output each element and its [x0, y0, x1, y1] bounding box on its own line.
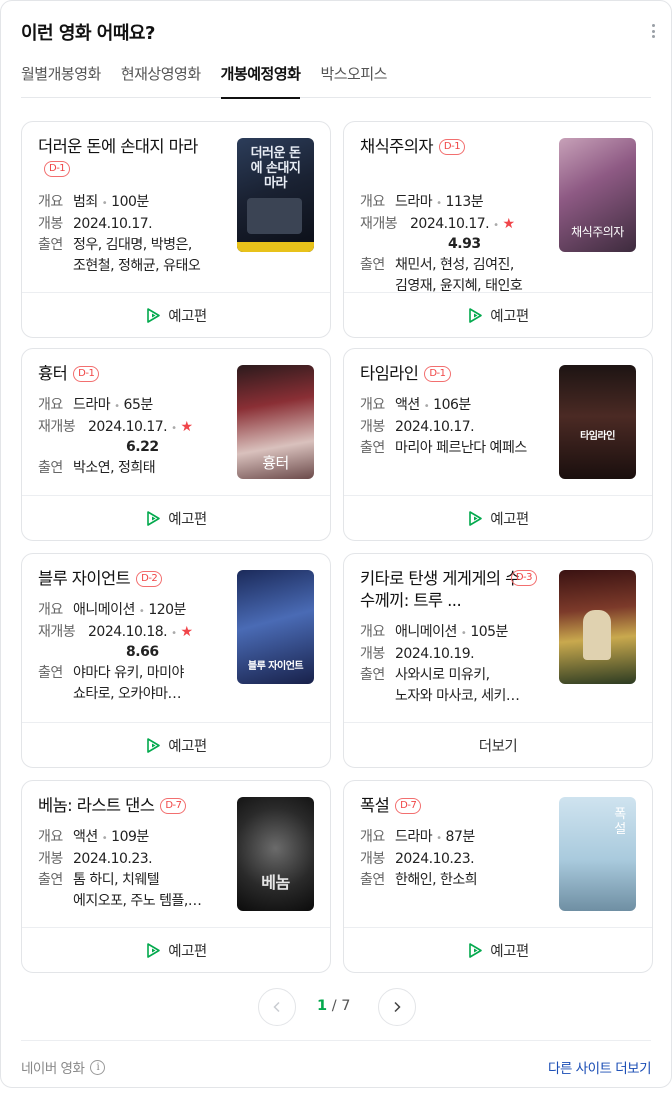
- play-icon: [469, 307, 483, 323]
- d-day-badge: D-1: [438, 139, 466, 155]
- more-button[interactable]: 더보기: [344, 722, 652, 767]
- movie-poster[interactable]: 채식주의자: [559, 138, 636, 252]
- movie-info: 개요 범죄 • 100분 개봉 2024.10.17. 출연 정우, 김대명, 박병은, 조…: [38, 194, 201, 274]
- movie-card[interactable]: 더러운 돈에 손대지 마라D-1 더러운 돈에 손대지 마라 개요 범죄 • 100분…: [21, 121, 331, 338]
- chevron-right-icon: [394, 1001, 401, 1013]
- d-day-badge: D-3: [510, 570, 537, 586]
- tab-box-office[interactable]: 박스오피스: [320, 53, 387, 98]
- movie-title[interactable]: 더러운 돈에 손대지 마라D-1: [38, 136, 218, 180]
- tab-bar: 월별개봉영화 현재상영영화 개봉예정영화 박스오피스: [21, 53, 651, 99]
- trailer-button[interactable]: 예고편: [22, 722, 330, 767]
- prev-page-button[interactable]: [258, 988, 296, 1026]
- movie-card[interactable]: 타임라인 D-1 타임라인 개요 액션 • 106분 개봉 2024.10.17. 출연 마…: [343, 348, 653, 541]
- movie-info: 개요 애니메이션 • 105분 개봉 2024.10.19. 출연 사와시로 미유키, 노자…: [360, 624, 520, 704]
- play-icon: [147, 510, 161, 526]
- pagination: 1 / 7: [1, 988, 671, 1026]
- movie-info: 개요 액션 • 109분 개봉 2024.10.23. 출연 톰 하디, 치웨텔 에지오포,…: [38, 829, 202, 909]
- rating-score: 4.93: [448, 236, 481, 252]
- play-icon: [147, 737, 161, 753]
- play-icon: [469, 942, 483, 958]
- page-indicator: 1 / 7: [317, 998, 351, 1014]
- trailer-button[interactable]: 예고편: [22, 495, 330, 540]
- star-icon: ★: [502, 216, 516, 232]
- movie-poster[interactable]: 타임라인: [559, 365, 636, 479]
- movie-title[interactable]: 흉터 D-1: [38, 363, 218, 385]
- movie-poster[interactable]: 폭설: [559, 797, 636, 911]
- movie-info: 개요 드라마 • 113분 재개봉 2024.10.17. • ★ 4.93 출연 채민서, 현…: [360, 194, 523, 294]
- tab-upcoming[interactable]: 개봉예정영화: [220, 53, 301, 99]
- movie-info: 개요 애니메이션 • 120분 재개봉 2024.10.18. • ★ 8.66 출연 야마다 …: [38, 602, 194, 702]
- movie-info: 개요 드라마 • 87분 개봉 2024.10.23. 출연 한해인, 한소희: [360, 829, 478, 888]
- d-day-badge: D-1: [73, 366, 100, 382]
- movie-card[interactable]: 키타로 탄생 게게게의 수수께끼: 트루 ... D-3 개요 애니메이션 • 105…: [343, 553, 653, 768]
- tab-monthly-release[interactable]: 월별개봉영화: [21, 53, 101, 98]
- rating-score: 8.66: [126, 644, 159, 660]
- movie-poster[interactable]: 더러운 돈에 손대지 마라: [237, 138, 314, 252]
- next-page-button[interactable]: [378, 988, 416, 1026]
- movie-poster[interactable]: 흉터: [237, 365, 314, 479]
- d-day-badge: D-1: [424, 366, 451, 382]
- trailer-button[interactable]: 예고편: [344, 292, 652, 337]
- star-icon: ★: [180, 624, 194, 640]
- movie-poster[interactable]: 베놈: [237, 797, 314, 911]
- trailer-button[interactable]: 예고편: [22, 292, 330, 337]
- panel-footer: 네이버 영화 i 다른 사이트 더보기: [21, 1040, 651, 1089]
- more-options-icon[interactable]: [649, 21, 657, 41]
- d-day-badge: D-1: [44, 161, 71, 177]
- trailer-button[interactable]: 예고편: [22, 927, 330, 972]
- info-icon[interactable]: i: [90, 1059, 106, 1075]
- star-icon: ★: [180, 419, 194, 435]
- panel-title: 이런 영화 어때요?: [21, 23, 155, 44]
- movie-info: 개요 드라마 • 65분 재개봉 2024.10.17. • ★ 6.22 출연 박소연, 정희…: [38, 397, 194, 476]
- movie-info: 개요 액션 • 106분 개봉 2024.10.17. 출연 마리아 페르난다 예페스: [360, 397, 527, 456]
- d-day-badge: D-7: [160, 798, 187, 814]
- movie-poster[interactable]: 블루 자이언트: [237, 570, 314, 684]
- movie-title[interactable]: 채식주의자 D-1: [360, 136, 540, 158]
- trailer-button[interactable]: 예고편: [344, 927, 652, 972]
- chevron-left-icon: [273, 1001, 280, 1013]
- play-icon: [469, 510, 483, 526]
- movie-card[interactable]: 채식주의자 D-1 채식주의자 개요 드라마 • 113분 재개봉 2024.10.17.…: [343, 121, 653, 338]
- movie-card[interactable]: 블루 자이언트 D-2 블루 자이언트 개요 애니메이션 • 120분 재개봉 2024.…: [21, 553, 331, 768]
- movie-title[interactable]: 키타로 탄생 게게게의 수수께끼: 트루 ...: [360, 568, 520, 612]
- movie-title[interactable]: 베놈: 라스트 댄스 D-7: [38, 795, 218, 817]
- movie-card[interactable]: 베놈: 라스트 댄스 D-7 베놈 개요 액션 • 109분 개봉 2024.10.23.…: [21, 780, 331, 973]
- source-label: 네이버 영화 i: [21, 1057, 106, 1077]
- movie-poster[interactable]: [559, 570, 636, 684]
- movie-title[interactable]: 블루 자이언트 D-2: [38, 568, 218, 590]
- tab-now-showing[interactable]: 현재상영영화: [121, 53, 201, 98]
- movie-recommendation-panel: 이런 영화 어때요? 월별개봉영화 현재상영영화 개봉예정영화 박스오피스 더러…: [0, 0, 672, 1088]
- trailer-button[interactable]: 예고편: [344, 495, 652, 540]
- other-sites-link[interactable]: 다른 사이트 더보기: [548, 1057, 651, 1077]
- rating-score: 6.22: [126, 439, 159, 455]
- movie-title[interactable]: 타임라인 D-1: [360, 363, 540, 385]
- movie-card[interactable]: 흉터 D-1 흉터 개요 드라마 • 65분 재개봉 2024.10.17. • ★ 6.22 …: [21, 348, 331, 541]
- play-icon: [147, 942, 161, 958]
- movie-card[interactable]: 폭설 D-7 폭설 개요 드라마 • 87분 개봉 2024.10.23. 출연 한해인, …: [343, 780, 653, 973]
- movie-title[interactable]: 폭설 D-7: [360, 795, 540, 817]
- play-icon: [147, 307, 161, 323]
- d-day-badge: D-7: [395, 798, 422, 814]
- d-day-badge: D-2: [136, 571, 163, 587]
